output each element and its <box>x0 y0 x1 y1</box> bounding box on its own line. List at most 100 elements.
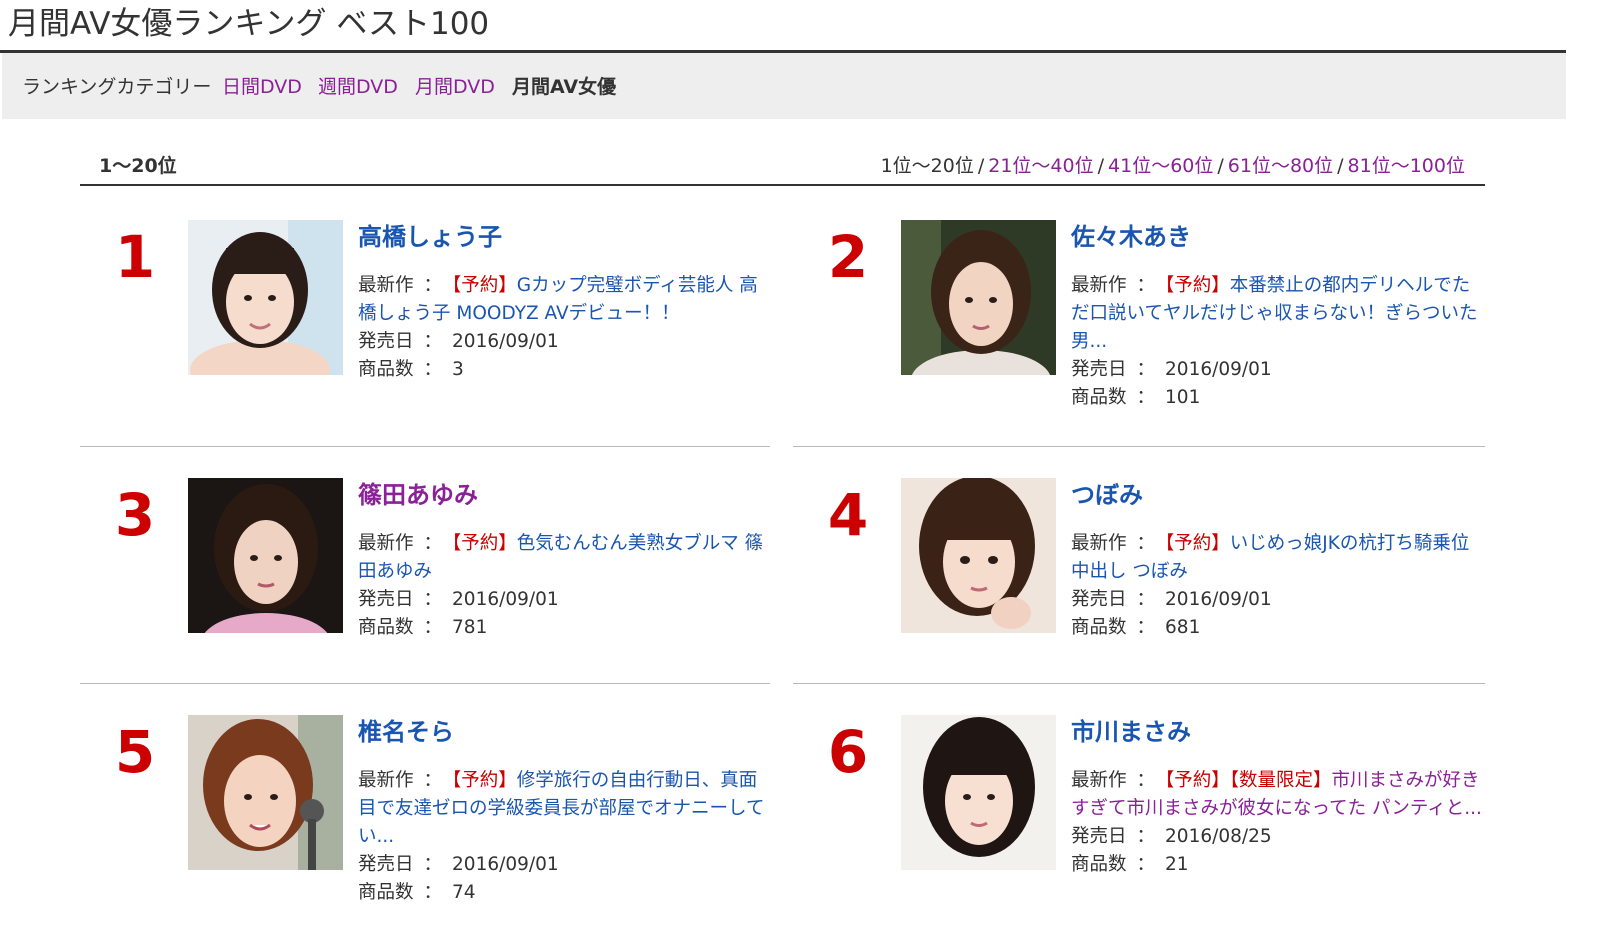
colon: ： <box>423 331 443 352</box>
preorder-tag: 【予約】【数量限定】 <box>1165 770 1332 791</box>
release-date: 2016/08/25 <box>1165 826 1272 847</box>
actress-name-link[interactable]: 椎名そら <box>358 715 770 749</box>
release-date-row: 発売日 ： 2016/08/25 <box>1071 823 1483 851</box>
item-count-row: 商品数 ： 74 <box>358 879 770 907</box>
rank-number: 2 <box>827 223 869 291</box>
entry-info: 佐々木あき 最新作：【予約】本番禁止の都内デリヘルでただ口説いてヤルだけじゃ収ま… <box>1071 220 1483 412</box>
colon: ： <box>423 617 443 638</box>
release-date: 2016/09/01 <box>1165 359 1272 380</box>
item-count: 3 <box>452 359 464 380</box>
category-link-monthly-dvd[interactable]: 月間DVD <box>415 74 495 100</box>
latest-label: 最新作 <box>1071 275 1127 296</box>
pager-link-41-60[interactable]: 41位〜60位 <box>1108 155 1213 177</box>
category-label: ランキングカテゴリー <box>22 76 212 98</box>
actress-photo[interactable] <box>901 220 1056 375</box>
latest-label: 最新作 <box>1071 770 1127 791</box>
count-label: 商品数 <box>1071 617 1127 638</box>
pager-link-81-100[interactable]: 81位〜100位 <box>1348 155 1465 177</box>
release-date-row: 発売日 ： 2016/09/01 <box>1071 586 1483 614</box>
colon: ： <box>1136 826 1156 847</box>
preorder-tag: 【予約】 <box>1165 533 1230 554</box>
colon: ： <box>423 359 443 380</box>
release-label: 発売日 <box>358 854 414 875</box>
release-date-row: 発売日 ： 2016/09/01 <box>358 586 770 614</box>
preorder-tag: 【予約】 <box>452 770 517 791</box>
rank-number: 3 <box>114 481 156 549</box>
colon: ： <box>1136 770 1156 791</box>
item-count-row: 商品数 ： 21 <box>1071 851 1483 879</box>
release-date: 2016/09/01 <box>452 589 559 610</box>
item-count: 101 <box>1165 387 1201 408</box>
latest-work: 最新作：【予約】いじめっ娘JKの杭打ち騎乗位中出し つぼみ <box>1071 530 1483 586</box>
row-divider <box>80 446 770 447</box>
pager-separator: / <box>1097 155 1105 177</box>
actress-name-link[interactable]: 高橋しょう子 <box>358 220 770 254</box>
release-label: 発売日 <box>1071 589 1127 610</box>
release-label: 発売日 <box>358 589 414 610</box>
item-count: 781 <box>452 617 488 638</box>
actress-name-link[interactable]: 篠田あゆみ <box>358 478 770 512</box>
category-link-daily-dvd[interactable]: 日間DVD <box>222 74 302 100</box>
entry-info: 篠田あゆみ 最新作：【予約】色気むんむん美熟女ブルマ 篠田あゆみ 発売日： 201… <box>358 478 770 642</box>
item-count-row: 商品数 ： 681 <box>1071 614 1483 642</box>
release-label: 発売日 <box>358 331 414 352</box>
actress-photo[interactable] <box>901 715 1056 870</box>
item-count: 681 <box>1165 617 1201 638</box>
rank-number: 1 <box>114 223 156 291</box>
actress-photo[interactable] <box>188 478 343 633</box>
range-divider <box>80 184 1485 186</box>
page-title: 月間AV女優ランキング ベスト100 <box>8 6 490 42</box>
preorder-tag: 【予約】 <box>452 533 517 554</box>
rank-number: 6 <box>827 718 869 786</box>
latest-work: 最新作：【予約】Gカップ完璧ボディ芸能人 高橋しょう子 MOODYZ AVデビュ… <box>358 272 770 328</box>
row-divider <box>793 446 1485 447</box>
colon: ： <box>423 770 443 791</box>
colon: ： <box>1136 533 1156 554</box>
release-date: 2016/09/01 <box>1165 589 1272 610</box>
entry-info: 椎名そら 最新作：【予約】修学旅行の自由行動日、真面目で友達ゼロの学級委員長が部… <box>358 715 770 907</box>
release-date: 2016/09/01 <box>452 854 559 875</box>
preorder-tag: 【予約】 <box>452 275 517 296</box>
latest-work: 最新作：【予約】修学旅行の自由行動日、真面目で友達ゼロの学級委員長が部屋でオナニ… <box>358 767 770 851</box>
release-date: 2016/09/01 <box>452 331 559 352</box>
actress-photo[interactable] <box>901 478 1056 633</box>
range-pager: 1位〜20位/21位〜40位/41位〜60位/61位〜80位/81位〜100位 <box>881 153 1465 179</box>
colon: ： <box>423 854 443 875</box>
actress-photo[interactable] <box>188 220 343 375</box>
colon: ： <box>1136 275 1156 296</box>
pager-link-61-80[interactable]: 61位〜80位 <box>1228 155 1333 177</box>
rank-number: 5 <box>114 718 156 786</box>
count-label: 商品数 <box>358 882 414 903</box>
pager-separator: / <box>977 155 985 177</box>
colon: ： <box>423 882 443 903</box>
entry-info: 市川まさみ 最新作：【予約】【数量限定】市川まさみが好きすぎて市川まさみが彼女に… <box>1071 715 1483 879</box>
row-divider <box>793 683 1485 684</box>
latest-work: 最新作：【予約】本番禁止の都内デリヘルでただ口説いてヤルだけじゃ収まらない！ぎら… <box>1071 272 1483 356</box>
colon: ： <box>1136 359 1156 380</box>
range-heading: 1〜20位 <box>99 155 177 177</box>
preorder-tag: 【予約】 <box>1165 275 1230 296</box>
colon: ： <box>1136 387 1156 408</box>
latest-label: 最新作 <box>358 275 414 296</box>
category-link-weekly-dvd[interactable]: 週間DVD <box>318 74 398 100</box>
release-date-row: 発売日 ： 2016/09/01 <box>1071 356 1483 384</box>
colon: ： <box>423 275 443 296</box>
actress-name-link[interactable]: 佐々木あき <box>1071 220 1483 254</box>
pager-separator: / <box>1217 155 1224 177</box>
actress-photo[interactable] <box>188 715 343 870</box>
colon: ： <box>423 533 443 554</box>
colon: ： <box>1136 589 1156 610</box>
category-bar: ランキングカテゴリー 日間DVD 週間DVD 月間DVD 月間AV女優 <box>2 53 1566 119</box>
latest-label: 最新作 <box>358 770 414 791</box>
count-label: 商品数 <box>1071 387 1127 408</box>
entry-info: つぼみ 最新作：【予約】いじめっ娘JKの杭打ち騎乗位中出し つぼみ 発売日： 20… <box>1071 478 1483 642</box>
pager-link-21-40[interactable]: 21位〜40位 <box>988 155 1093 177</box>
row-divider <box>80 683 770 684</box>
actress-name-link[interactable]: 市川まさみ <box>1071 715 1483 749</box>
actress-name-link[interactable]: つぼみ <box>1071 478 1483 512</box>
colon: ： <box>1136 854 1156 875</box>
colon: ： <box>1136 617 1156 638</box>
count-label: 商品数 <box>358 617 414 638</box>
item-count: 74 <box>452 882 476 903</box>
item-count-row: 商品数 ： 3 <box>358 356 770 384</box>
